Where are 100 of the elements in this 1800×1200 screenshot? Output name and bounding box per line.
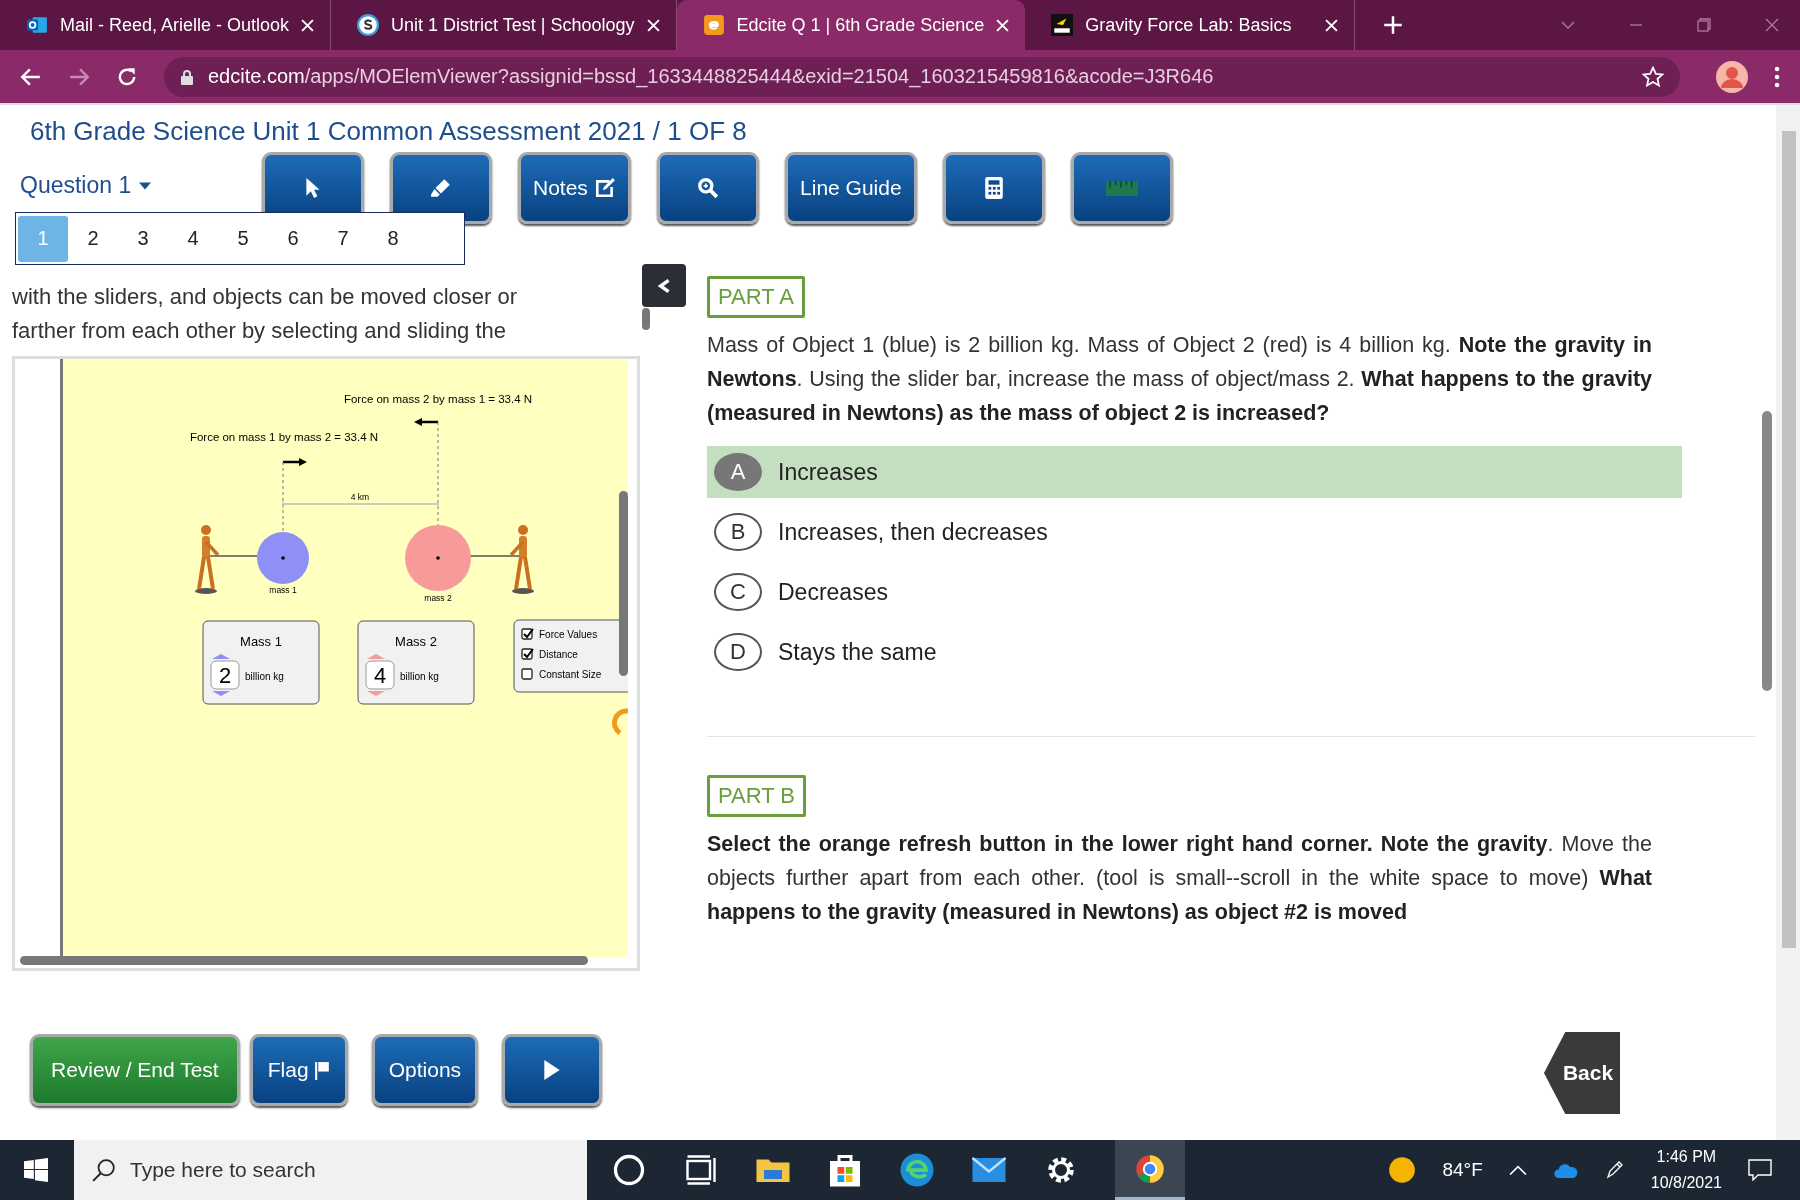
restore-icon[interactable] [1696, 17, 1712, 33]
puller-figure-drawing [195, 525, 220, 594]
scrollbar-thumb[interactable] [642, 308, 650, 330]
question-number[interactable]: 5 [218, 215, 268, 262]
windows-start-icon[interactable] [24, 1158, 48, 1182]
new-tab-icon[interactable] [1383, 15, 1404, 35]
circle-s-icon [357, 14, 380, 36]
caret-icon [139, 181, 152, 190]
calculator-icon [984, 177, 1003, 199]
tab-title: Unit 1 District Test | Schoology [391, 14, 635, 36]
mass-label: mass 2 [424, 593, 452, 603]
question-number[interactable]: 7 [318, 215, 368, 262]
task-view-icon[interactable] [683, 1152, 719, 1188]
e-logo-icon [702, 14, 725, 36]
zoom-button[interactable] [656, 152, 759, 224]
pen-icon[interactable] [1604, 1160, 1625, 1180]
browser-tab[interactable]: Edcite Q 1 | 6th Grade Science [676, 0, 1026, 50]
flag-icon [314, 1060, 330, 1080]
mass-unit: billion kg [245, 671, 284, 682]
mass-value-field[interactable]: 4 [365, 660, 395, 690]
notes-button[interactable]: Notes [518, 152, 631, 224]
center-dot [281, 556, 285, 560]
collapse-button[interactable] [642, 264, 686, 307]
mass-ball[interactable] [257, 532, 309, 584]
mass-title: Mass 2 [395, 634, 437, 649]
checkbox[interactable] [521, 668, 533, 680]
search-icon [92, 1158, 116, 1182]
cortana-circle-icon[interactable] [611, 1152, 647, 1188]
checkbox-label: Distance [539, 649, 578, 660]
options-button[interactable]: Options [371, 1034, 479, 1106]
checkbox-label: Constant Size [539, 669, 602, 680]
menu-icon[interactable] [1774, 65, 1780, 88]
force-arrow [414, 418, 438, 426]
review-end-test-button[interactable]: Review / End Test [30, 1034, 240, 1106]
mail-app-icon [26, 14, 48, 36]
answer-choice[interactable]: A Increases [707, 446, 1682, 498]
mass-label: mass 1 [269, 585, 297, 595]
answer-choice[interactable]: B Increases, then decreases [707, 506, 1682, 558]
assessment-title: 6th Grade Science Unit 1 Common Assessment 2021 / 1 OF 8 [29, 115, 748, 148]
question-number[interactable]: 3 [118, 215, 168, 262]
scrollbar-thumb[interactable] [1762, 411, 1772, 691]
next-button[interactable] [502, 1034, 603, 1106]
mass-value-field[interactable]: 2 [210, 660, 240, 690]
lock-icon[interactable] [180, 68, 194, 85]
back-button[interactable]: Back [1544, 1032, 1620, 1114]
reload-icon[interactable] [116, 65, 138, 88]
choice-text: Increases, then decreases [778, 518, 1048, 546]
force-label: Force on mass 2 by mass 1 = 33.4 N [343, 393, 533, 405]
notification-icon[interactable] [1748, 1159, 1772, 1181]
question-number[interactable]: 6 [268, 215, 318, 262]
force-arrow [283, 458, 307, 466]
question-number[interactable]: 2 [68, 215, 118, 262]
mass-unit: billion kg [400, 671, 439, 682]
clock-time: 1:46 PM [1656, 1147, 1717, 1167]
calculator-button[interactable] [942, 152, 1045, 224]
puller-figure-drawing [509, 525, 534, 594]
choice-letter: A [714, 453, 762, 491]
chevron-left-icon [656, 277, 672, 294]
checkbox[interactable] [521, 628, 534, 640]
choice-text: Stays the same [778, 638, 937, 666]
line-guide-button[interactable]: Line Guide [784, 152, 917, 224]
address-field[interactable]: edcite.com/apps/MOElemViewer?assignid=bssd_1633448825444&exid=21504_1603215459816&acode=J3R646 [164, 56, 1680, 97]
scrollbar-thumb[interactable] [20, 956, 588, 965]
choice-text: Decreases [778, 578, 888, 606]
taskbar-search-field[interactable]: Type here to search [74, 1140, 587, 1200]
tab-title: Gravity Force Lab: Basics [1085, 14, 1293, 36]
flag-button[interactable]: Flag [249, 1034, 348, 1106]
pointer-icon [305, 177, 321, 199]
question-dropdown[interactable]: Question 1 [20, 172, 152, 199]
cloud-icon[interactable] [1552, 1161, 1579, 1179]
part-heading: PART B [707, 775, 807, 817]
ruler-button[interactable] [1070, 152, 1173, 224]
sun-icon[interactable] [1388, 1156, 1417, 1184]
weather-temperature[interactable]: 84°F [1442, 1159, 1483, 1181]
star-icon[interactable] [1642, 65, 1664, 88]
phet-logo-icon [1051, 14, 1074, 36]
answer-choice[interactable]: C Decreases [707, 566, 1682, 618]
avatar-icon[interactable] [1716, 60, 1748, 93]
scrollbar-thumb[interactable] [619, 491, 628, 676]
distance-label: 4 km [350, 492, 370, 502]
tab-title: Edcite Q 1 | 6th Grade Science [736, 14, 985, 36]
play-icon [543, 1059, 562, 1081]
checkbox-label: Force Values [539, 629, 598, 640]
question-text: Mass of Object 1 (blue) is 2 billion kg. Mass of Object 2 (red) is 4 billion kg. Note the gravity in Newtons. Using the slider bar, increase the mass of object/mass 2. What happens to the gravity (measured in Newtons) as the mass of object 2 is increased? [707, 332, 1652, 427]
checkbox[interactable] [521, 648, 534, 660]
chevron-up-icon[interactable] [1508, 1164, 1527, 1176]
answer-choice[interactable]: D Stays the same [707, 626, 1682, 678]
choice-letter: C [714, 573, 762, 611]
scrollbar-thumb[interactable] [1782, 131, 1796, 948]
center-dot [436, 556, 440, 560]
question-number[interactable]: 8 [368, 215, 418, 262]
highlighter-icon [430, 177, 452, 199]
taskbar-app-button[interactable] [1115, 1140, 1185, 1200]
store-bag-icon[interactable] [827, 1152, 863, 1188]
taskbar-clock[interactable]: 1:46 PM 10/8/2021 [1650, 1144, 1722, 1196]
edge-browser-icon[interactable] [899, 1152, 935, 1188]
question-number[interactable]: 4 [168, 215, 218, 262]
clock-date: 10/8/2021 [1650, 1173, 1722, 1193]
ruler-icon [1105, 180, 1138, 196]
question-text: Select the orange refresh button in the lower right hand corner. Note the gravity. Move the objects further apart from each other. (tool is small--scroll in the white space to move) What happens to the gravity (measured in Newtons) as object #2 is moved [707, 831, 1652, 926]
